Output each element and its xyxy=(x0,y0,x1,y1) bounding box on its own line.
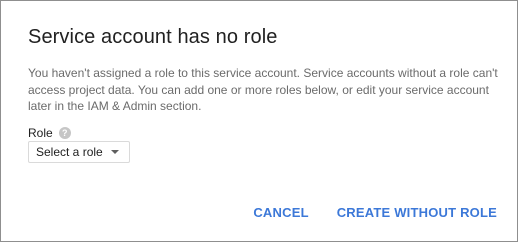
dialog-actions: CANCEL CREATE WITHOUT ROLE xyxy=(251,203,499,222)
help-icon[interactable]: ? xyxy=(58,127,71,139)
role-field-label: Role ? xyxy=(28,126,71,140)
cancel-button[interactable]: CANCEL xyxy=(251,203,310,222)
chevron-down-icon xyxy=(110,150,119,154)
dialog-message: You haven't assigned a role to this serv… xyxy=(28,66,498,113)
create-without-role-button[interactable]: CREATE WITHOUT ROLE xyxy=(335,203,499,222)
role-label-text: Role xyxy=(28,126,53,140)
dialog-title: Service account has no role xyxy=(28,26,278,48)
role-select-value: Select a role xyxy=(36,145,103,159)
no-role-dialog: Service account has no role You haven't … xyxy=(0,0,518,242)
role-select[interactable]: Select a role xyxy=(28,141,130,163)
